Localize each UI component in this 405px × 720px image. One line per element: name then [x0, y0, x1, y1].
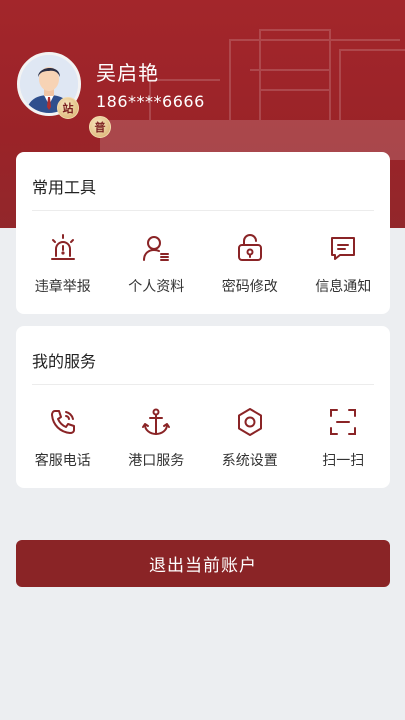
system-settings-button[interactable]: 系统设置 [203, 398, 297, 478]
common-tools-title: 常用工具 [32, 178, 97, 197]
violation-report-button[interactable]: 违章举报 [16, 224, 110, 304]
divider [32, 384, 374, 385]
logout-button[interactable]: 退出当前账户 [16, 540, 390, 587]
customer-service-phone-label: 客服电话 [34, 453, 91, 469]
notifications-button[interactable]: 信息通知 [297, 224, 391, 304]
lock-icon [234, 232, 266, 264]
my-services-card: 我的服务 客服电话 港口服务 系统设置 扫一扫 [16, 326, 390, 488]
system-settings-label: 系统设置 [221, 453, 278, 469]
scan-button[interactable]: 扫一扫 [297, 398, 391, 478]
profile-label: 个人资料 [128, 279, 185, 295]
settings-icon [234, 406, 266, 438]
phone-icon [47, 406, 79, 438]
user-phone: 186****6666 [96, 92, 205, 111]
scan-label: 扫一扫 [322, 453, 365, 469]
common-tools-card: 常用工具 违章举报 个人资料 密码修改 信息通知 [16, 152, 390, 314]
user-name: 吴启艳 [96, 61, 159, 85]
port-services-button[interactable]: 港口服务 [110, 398, 204, 478]
change-password-label: 密码修改 [221, 279, 278, 295]
alarm-icon [47, 232, 79, 264]
divider [32, 210, 374, 211]
change-password-button[interactable]: 密码修改 [203, 224, 297, 304]
normal-level-badge: 普 [89, 116, 111, 138]
profile-button[interactable]: 个人资料 [110, 224, 204, 304]
my-services-title: 我的服务 [32, 352, 97, 371]
station-badge: 站 [57, 97, 79, 119]
scan-icon [327, 406, 359, 438]
violation-report-label: 违章举报 [34, 279, 91, 295]
notifications-label: 信息通知 [315, 279, 372, 295]
anchor-icon [140, 406, 172, 438]
port-services-label: 港口服务 [128, 453, 185, 469]
profile-icon [140, 232, 172, 264]
message-icon [327, 232, 359, 264]
customer-service-phone-button[interactable]: 客服电话 [16, 398, 110, 478]
